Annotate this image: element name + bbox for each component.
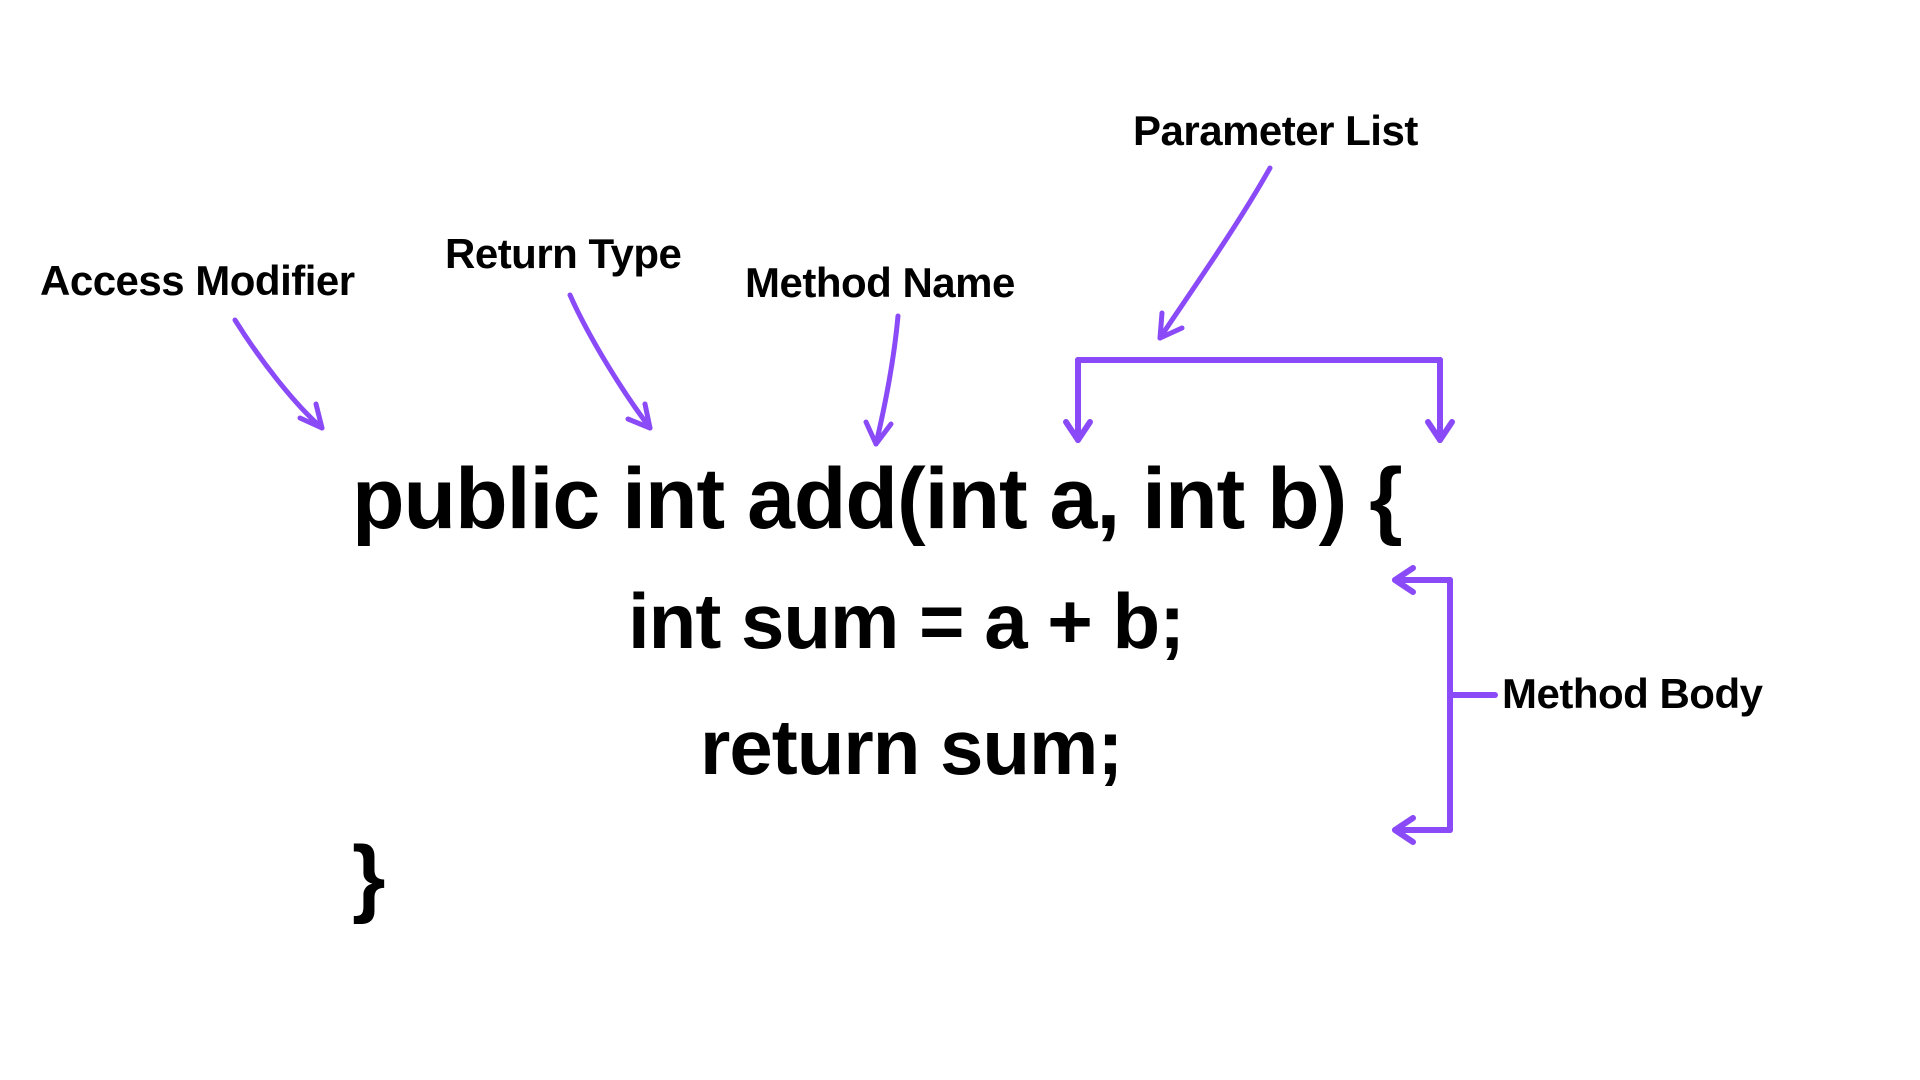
- code-line-1: public int add(int a, int b) {: [352, 450, 1402, 549]
- label-method-name: Method Name: [745, 259, 1015, 307]
- arrow-parameter-list: [1160, 168, 1270, 338]
- arrow-method-name: [866, 316, 898, 444]
- arrow-return-type: [570, 295, 650, 428]
- label-method-body: Method Body: [1502, 670, 1762, 718]
- label-parameter-list: Parameter List: [1133, 107, 1418, 155]
- code-line-4: }: [352, 828, 384, 927]
- arrow-access-modifier: [235, 320, 322, 428]
- bracket-parameter-list: [1066, 360, 1452, 440]
- label-return-type: Return Type: [445, 230, 681, 278]
- code-line-3: return sum;: [700, 702, 1122, 793]
- diagram-stage: Access Modifier Return Type Method Name …: [0, 0, 1920, 1080]
- code-line-2: int sum = a + b;: [628, 576, 1184, 667]
- bracket-method-body: [1395, 568, 1495, 842]
- label-access-modifier: Access Modifier: [40, 257, 355, 305]
